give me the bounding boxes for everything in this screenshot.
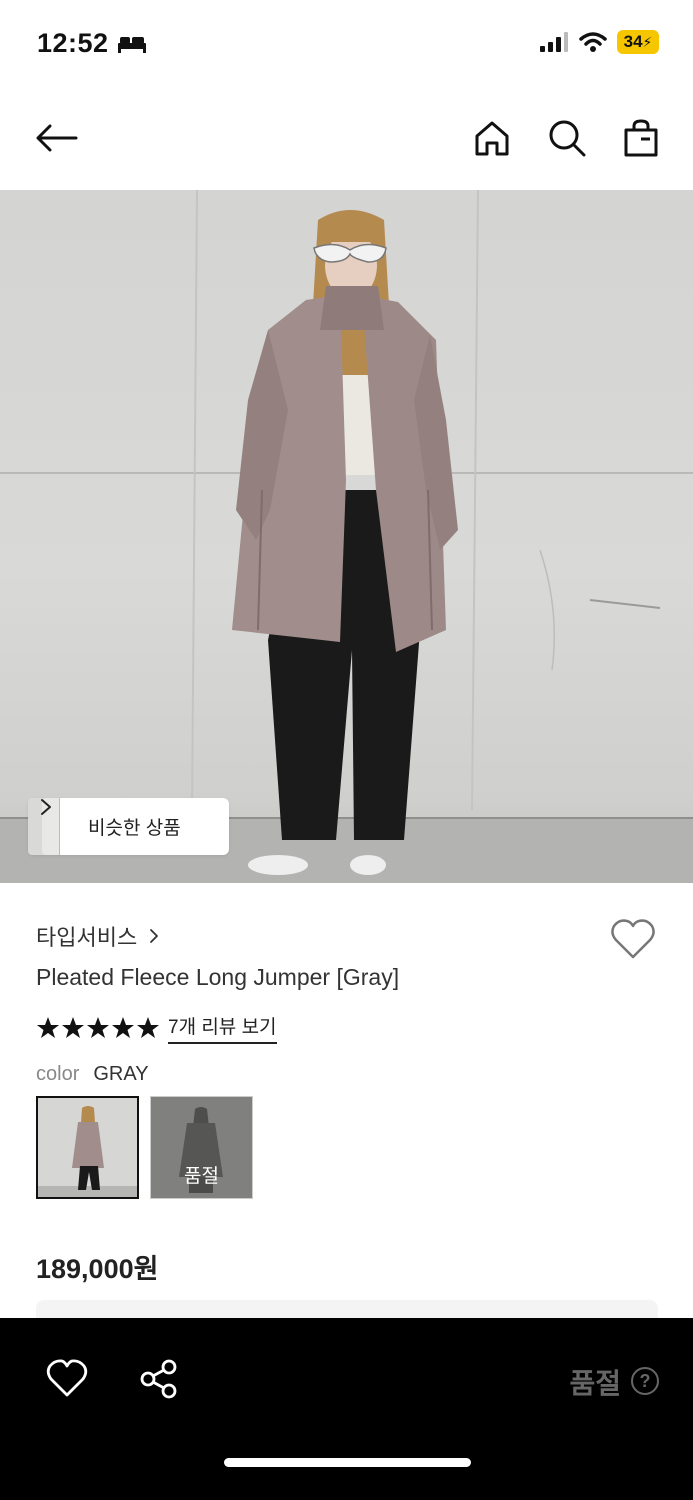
wishlist-button[interactable]: [610, 918, 656, 962]
star-icon: [37, 1017, 59, 1038]
heart-outline-icon: [611, 919, 655, 959]
home-button[interactable]: [468, 114, 516, 162]
status-time: 12:52: [37, 28, 147, 59]
clock: 12:52: [37, 28, 109, 58]
star-icon: [87, 1017, 109, 1038]
sleep-bed-icon: [117, 36, 146, 53]
chevron-right-icon: [150, 929, 159, 943]
swatch-thumbnail: [38, 1098, 137, 1197]
chevron-right-icon: [41, 799, 51, 815]
wifi-icon: [579, 32, 607, 52]
status-bar: 12:52 34 ⚡: [0, 0, 693, 88]
home-indicator: [224, 1458, 471, 1467]
soldout-badge: 품절: [184, 1166, 219, 1187]
product-image[interactable]: 비슷한 상품: [0, 190, 693, 883]
battery-level: 34: [623, 32, 643, 51]
similar-products-button[interactable]: 비슷한 상품: [28, 798, 229, 855]
top-nav: [0, 100, 693, 176]
star-rating: [36, 1016, 160, 1040]
rating-row: 7개 리뷰 보기: [36, 1012, 277, 1044]
star-icon: [112, 1017, 134, 1038]
view-reviews-link[interactable]: 7개 리뷰 보기: [168, 1012, 277, 1044]
color-swatches: 품절: [36, 1096, 253, 1199]
cart-button[interactable]: [617, 114, 665, 162]
soldout-status: 품절: [569, 1368, 621, 1399]
shopping-bag-icon: [624, 119, 658, 157]
status-indicators: 34 ⚡: [539, 30, 659, 54]
color-row: color GRAY: [36, 1063, 149, 1086]
share-icon: [140, 1359, 177, 1399]
charging-bolt-icon: ⚡: [642, 33, 653, 50]
brand-link[interactable]: 타입서비스: [36, 920, 159, 952]
similar-products-label: 비슷한 상품: [88, 818, 181, 839]
color-value: GRAY: [93, 1063, 149, 1085]
swatch-gray[interactable]: [36, 1096, 139, 1199]
star-icon: [137, 1017, 159, 1038]
back-arrow-icon: [36, 124, 78, 152]
color-label: color: [36, 1063, 80, 1085]
back-button[interactable]: [32, 114, 80, 162]
search-button[interactable]: [543, 114, 591, 162]
model-photo: [0, 190, 693, 883]
like-button[interactable]: [46, 1358, 90, 1402]
heart-outline-icon: [46, 1359, 88, 1397]
price: 189,000원: [36, 1254, 159, 1284]
bottom-action-bar: 품절 ?: [0, 1318, 693, 1500]
product-title: Pleated Fleece Long Jumper [Gray]: [36, 964, 400, 990]
share-button[interactable]: [138, 1358, 182, 1402]
star-icon: [62, 1017, 84, 1038]
signal-icon: [540, 32, 568, 52]
search-icon: [549, 120, 586, 157]
brand-name: 타입서비스: [36, 925, 138, 950]
home-icon: [475, 121, 509, 156]
battery-indicator: 34 ⚡: [617, 30, 659, 54]
swatch-soldout[interactable]: 품절: [150, 1096, 253, 1199]
help-icon[interactable]: ?: [631, 1367, 659, 1395]
